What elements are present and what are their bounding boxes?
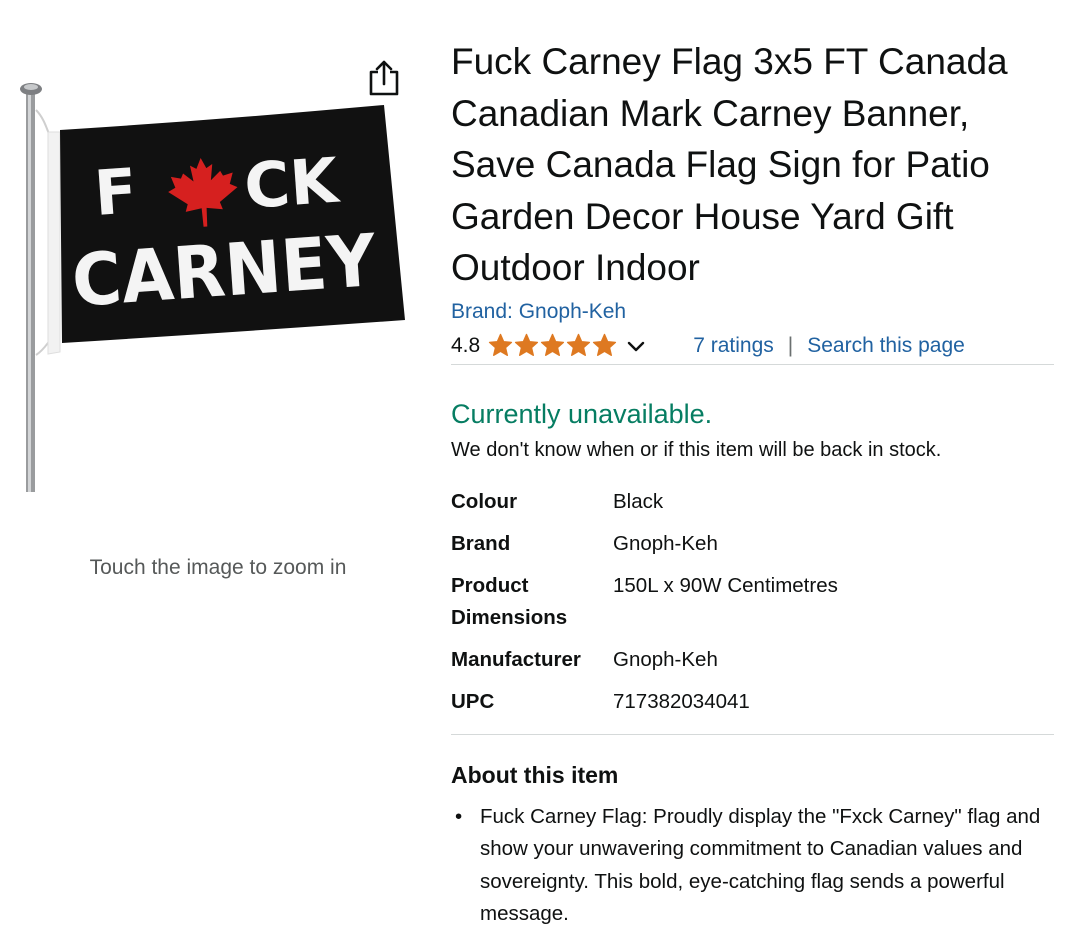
spec-row: UPC 717382034041 (451, 686, 838, 728)
about-bullet: Fuck Carney Flag: Proudly display the "F… (451, 801, 1054, 931)
spec-key: UPC (451, 689, 495, 713)
separator: | (787, 333, 794, 357)
flag-text-ck: CK (242, 143, 342, 222)
spec-key: Colour (451, 489, 518, 513)
spec-row: Colour Black (451, 486, 838, 528)
spec-value: Gnoph-Keh (613, 531, 718, 555)
star-rating[interactable] (488, 333, 617, 358)
spec-value: Black (613, 489, 664, 513)
about-heading: About this item (451, 761, 619, 788)
rating-row: 4.8 7 ratings | Search this page (451, 330, 1054, 362)
spec-row: Brand Gnoph-Keh (451, 528, 838, 570)
zoom-hint: Touch the image to zoom in (89, 556, 347, 579)
star-icon (489, 333, 513, 356)
product-image[interactable]: F CK CARNEY (18, 80, 418, 495)
product-image-panel: F CK CARNEY Touch the image to zoom in (0, 0, 430, 600)
search-page-link[interactable]: Search this page (807, 334, 965, 358)
divider (451, 363, 1054, 365)
spec-value: 150L x 90W Centimetres (613, 573, 838, 597)
spec-value: Gnoph-Keh (613, 647, 718, 671)
about-bullets: Fuck Carney Flag: Proudly display the "F… (451, 801, 1054, 931)
product-details: Fuck Carney Flag 3x5 FT Canada Canadian … (451, 36, 1054, 931)
stock-note: We don't know when or if this item will … (451, 438, 942, 461)
divider (451, 733, 1054, 735)
spec-value: 717382034041 (613, 689, 750, 713)
ratings-count-link[interactable]: 7 ratings (693, 334, 774, 358)
spec-key: Manufacturer (451, 647, 581, 671)
spec-key: Brand (451, 531, 511, 555)
star-icon (567, 333, 591, 356)
specs-table: Colour Black Brand Gnoph-Keh Product Dim… (451, 486, 838, 728)
star-icon (515, 333, 539, 356)
spec-row: Manufacturer Gnoph-Keh (451, 644, 838, 686)
brand-link[interactable]: Brand: Gnoph-Keh (451, 300, 1054, 324)
rating-value: 4.8 (451, 333, 481, 357)
availability-status: Currently unavailable. (451, 398, 713, 429)
chevron-down-icon[interactable] (625, 335, 647, 357)
product-title: Fuck Carney Flag 3x5 FT Canada Canadian … (451, 41, 1008, 288)
star-icon (541, 333, 565, 356)
flag-text-f: F (92, 154, 139, 230)
spec-row: Product Dimensions 150L x 90W Centimetre… (451, 570, 838, 644)
share-icon[interactable] (366, 58, 402, 98)
spec-key: Product Dimensions (451, 573, 568, 629)
star-icon (593, 333, 617, 356)
flagpole (20, 83, 42, 492)
